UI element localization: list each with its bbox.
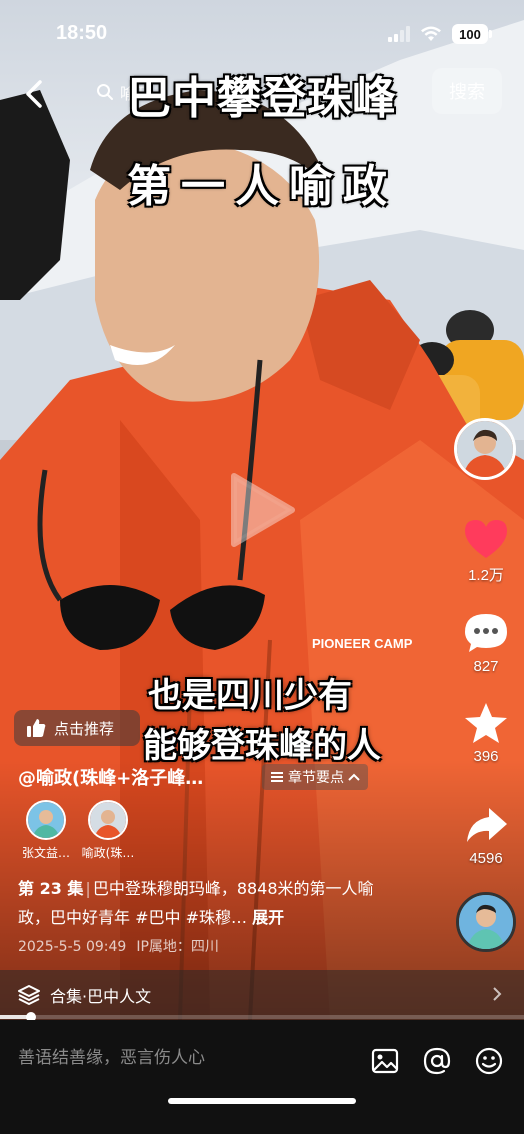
- chapter-button[interactable]: 章节要点: [262, 764, 368, 790]
- thumbs-up-icon: [27, 719, 46, 737]
- creator-avatar[interactable]: [454, 418, 516, 480]
- avatar: [88, 800, 128, 840]
- expand-link[interactable]: 展开: [252, 908, 284, 927]
- at-icon[interactable]: [422, 1046, 452, 1076]
- coauthor-item[interactable]: 喻政(珠…: [76, 800, 140, 861]
- play-icon[interactable]: [226, 470, 298, 550]
- home-indicator: [168, 1098, 356, 1104]
- battery-indicator: 100: [452, 24, 492, 44]
- star-icon: [465, 703, 507, 743]
- coauthor-item[interactable]: 张文益…: [14, 800, 78, 861]
- coauthor-avatar-image: [90, 802, 126, 838]
- collect-count: 396: [473, 748, 499, 765]
- music-disc-image: [459, 895, 513, 949]
- avatar: [26, 800, 66, 840]
- svg-text:PIONEER CAMP: PIONEER CAMP: [312, 636, 413, 651]
- heart-icon: [465, 520, 507, 558]
- comment-bar: [0, 1020, 524, 1134]
- share-button[interactable]: 4596: [456, 804, 516, 867]
- video-title-line-2: 第一人喻政: [127, 161, 397, 212]
- post-date: 2025-5-5 09:49: [18, 939, 127, 955]
- video-title-line-1: 巴中攀登珠峰: [127, 73, 397, 124]
- coauthor-name: 张文益…: [21, 846, 70, 860]
- recommend-badge[interactable]: 点击推荐: [14, 710, 140, 746]
- video-progress-bar[interactable]: [0, 1015, 524, 1019]
- chapter-list-icon: [271, 772, 283, 782]
- post-meta: 2025-5-5 09:49 IP属地：四川: [18, 936, 219, 956]
- collect-button[interactable]: 396: [456, 702, 516, 765]
- status-bar: 18:50 100: [0, 18, 524, 52]
- emoji-icon[interactable]: [474, 1046, 504, 1076]
- caption-separator: |: [85, 879, 91, 898]
- share-count: 4596: [469, 850, 503, 867]
- ip-location: IP属地：四川: [136, 939, 219, 955]
- comment-button[interactable]: 827: [456, 612, 516, 675]
- coauthor-avatar-image: [28, 802, 64, 838]
- recommend-label: 点击推荐: [54, 719, 115, 738]
- author-name[interactable]: @喻政(珠峰+洛子峰…: [18, 764, 203, 790]
- creator-avatar-image: [457, 421, 513, 477]
- chevron-right-icon: [493, 987, 502, 1001]
- layers-icon: [18, 985, 40, 1005]
- chevron-up-icon: [348, 773, 360, 781]
- video-caption[interactable]: 第 23 集 | 巴中登珠穆朗玛峰，8848米的第一人喻政，巴中好青年 #巴中 #珠…: [18, 874, 400, 932]
- episode-label: 第 23 集: [18, 879, 84, 898]
- image-icon[interactable]: [370, 1046, 400, 1076]
- comment-input[interactable]: [18, 1048, 318, 1068]
- comment-icon: [465, 614, 507, 652]
- collection-label: 合集·巴中人文: [50, 987, 152, 1006]
- cellular-signal-icon: [388, 26, 410, 42]
- wifi-icon: [421, 26, 441, 41]
- like-button[interactable]: 1.2万: [456, 518, 516, 585]
- like-count: 1.2万: [468, 567, 504, 584]
- music-disc[interactable]: [456, 892, 516, 952]
- chapter-label: 章节要点: [288, 770, 344, 786]
- comment-count: 827: [473, 658, 499, 675]
- share-icon: [467, 808, 507, 842]
- status-icons: 100: [388, 24, 492, 44]
- coauthor-name: 喻政(珠…: [81, 846, 135, 860]
- status-time: 18:50: [56, 22, 108, 44]
- collection-bar[interactable]: 合集·巴中人文: [0, 970, 524, 1020]
